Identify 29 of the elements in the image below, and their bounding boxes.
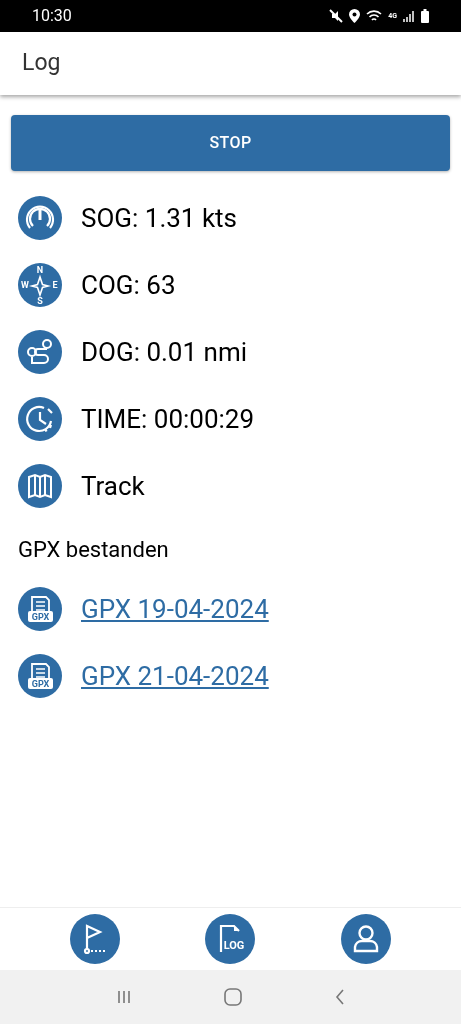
app-bar-title: Log: [22, 48, 61, 79]
recent-apps-icon[interactable]: [116, 990, 133, 1004]
home-icon[interactable]: [224, 988, 243, 1006]
signal-icon: [403, 10, 415, 22]
stat-text: SOG: 1.31 kts: [81, 201, 238, 235]
gpx-file-link[interactable]: GPX 21-04-2024: [81, 656, 269, 696]
document-icon: GPX: [18, 587, 62, 631]
section-title: GPX bestanden: [17, 536, 170, 564]
document-icon: GPX: [18, 654, 62, 698]
wifi-icon: [366, 9, 383, 23]
battery-icon: [421, 9, 429, 23]
stat-text: Track: [81, 469, 145, 503]
back-icon[interactable]: [334, 989, 345, 1005]
stat-text: COG: 63: [81, 268, 176, 302]
log-file-icon[interactable]: LOG: [205, 914, 256, 964]
gpx-file-link[interactable]: GPX 19-04-2024: [81, 589, 269, 629]
profile-icon[interactable]: [341, 914, 392, 964]
map-icon: [18, 464, 62, 508]
compass-icon: N W E S: [18, 263, 62, 307]
stat-text: DOG: 0.01 nmi: [81, 335, 248, 369]
speedometer-icon: [18, 196, 62, 240]
flag-icon[interactable]: [69, 914, 120, 964]
clock-time: 10:30: [32, 5, 72, 27]
stop-button[interactable]: STOP: [11, 115, 450, 171]
clock-icon: [18, 397, 62, 441]
route-icon: [18, 330, 62, 374]
mute-icon: [329, 9, 344, 23]
location-icon: [349, 9, 361, 23]
stat-text: TIME: 00:00:29: [81, 402, 255, 436]
